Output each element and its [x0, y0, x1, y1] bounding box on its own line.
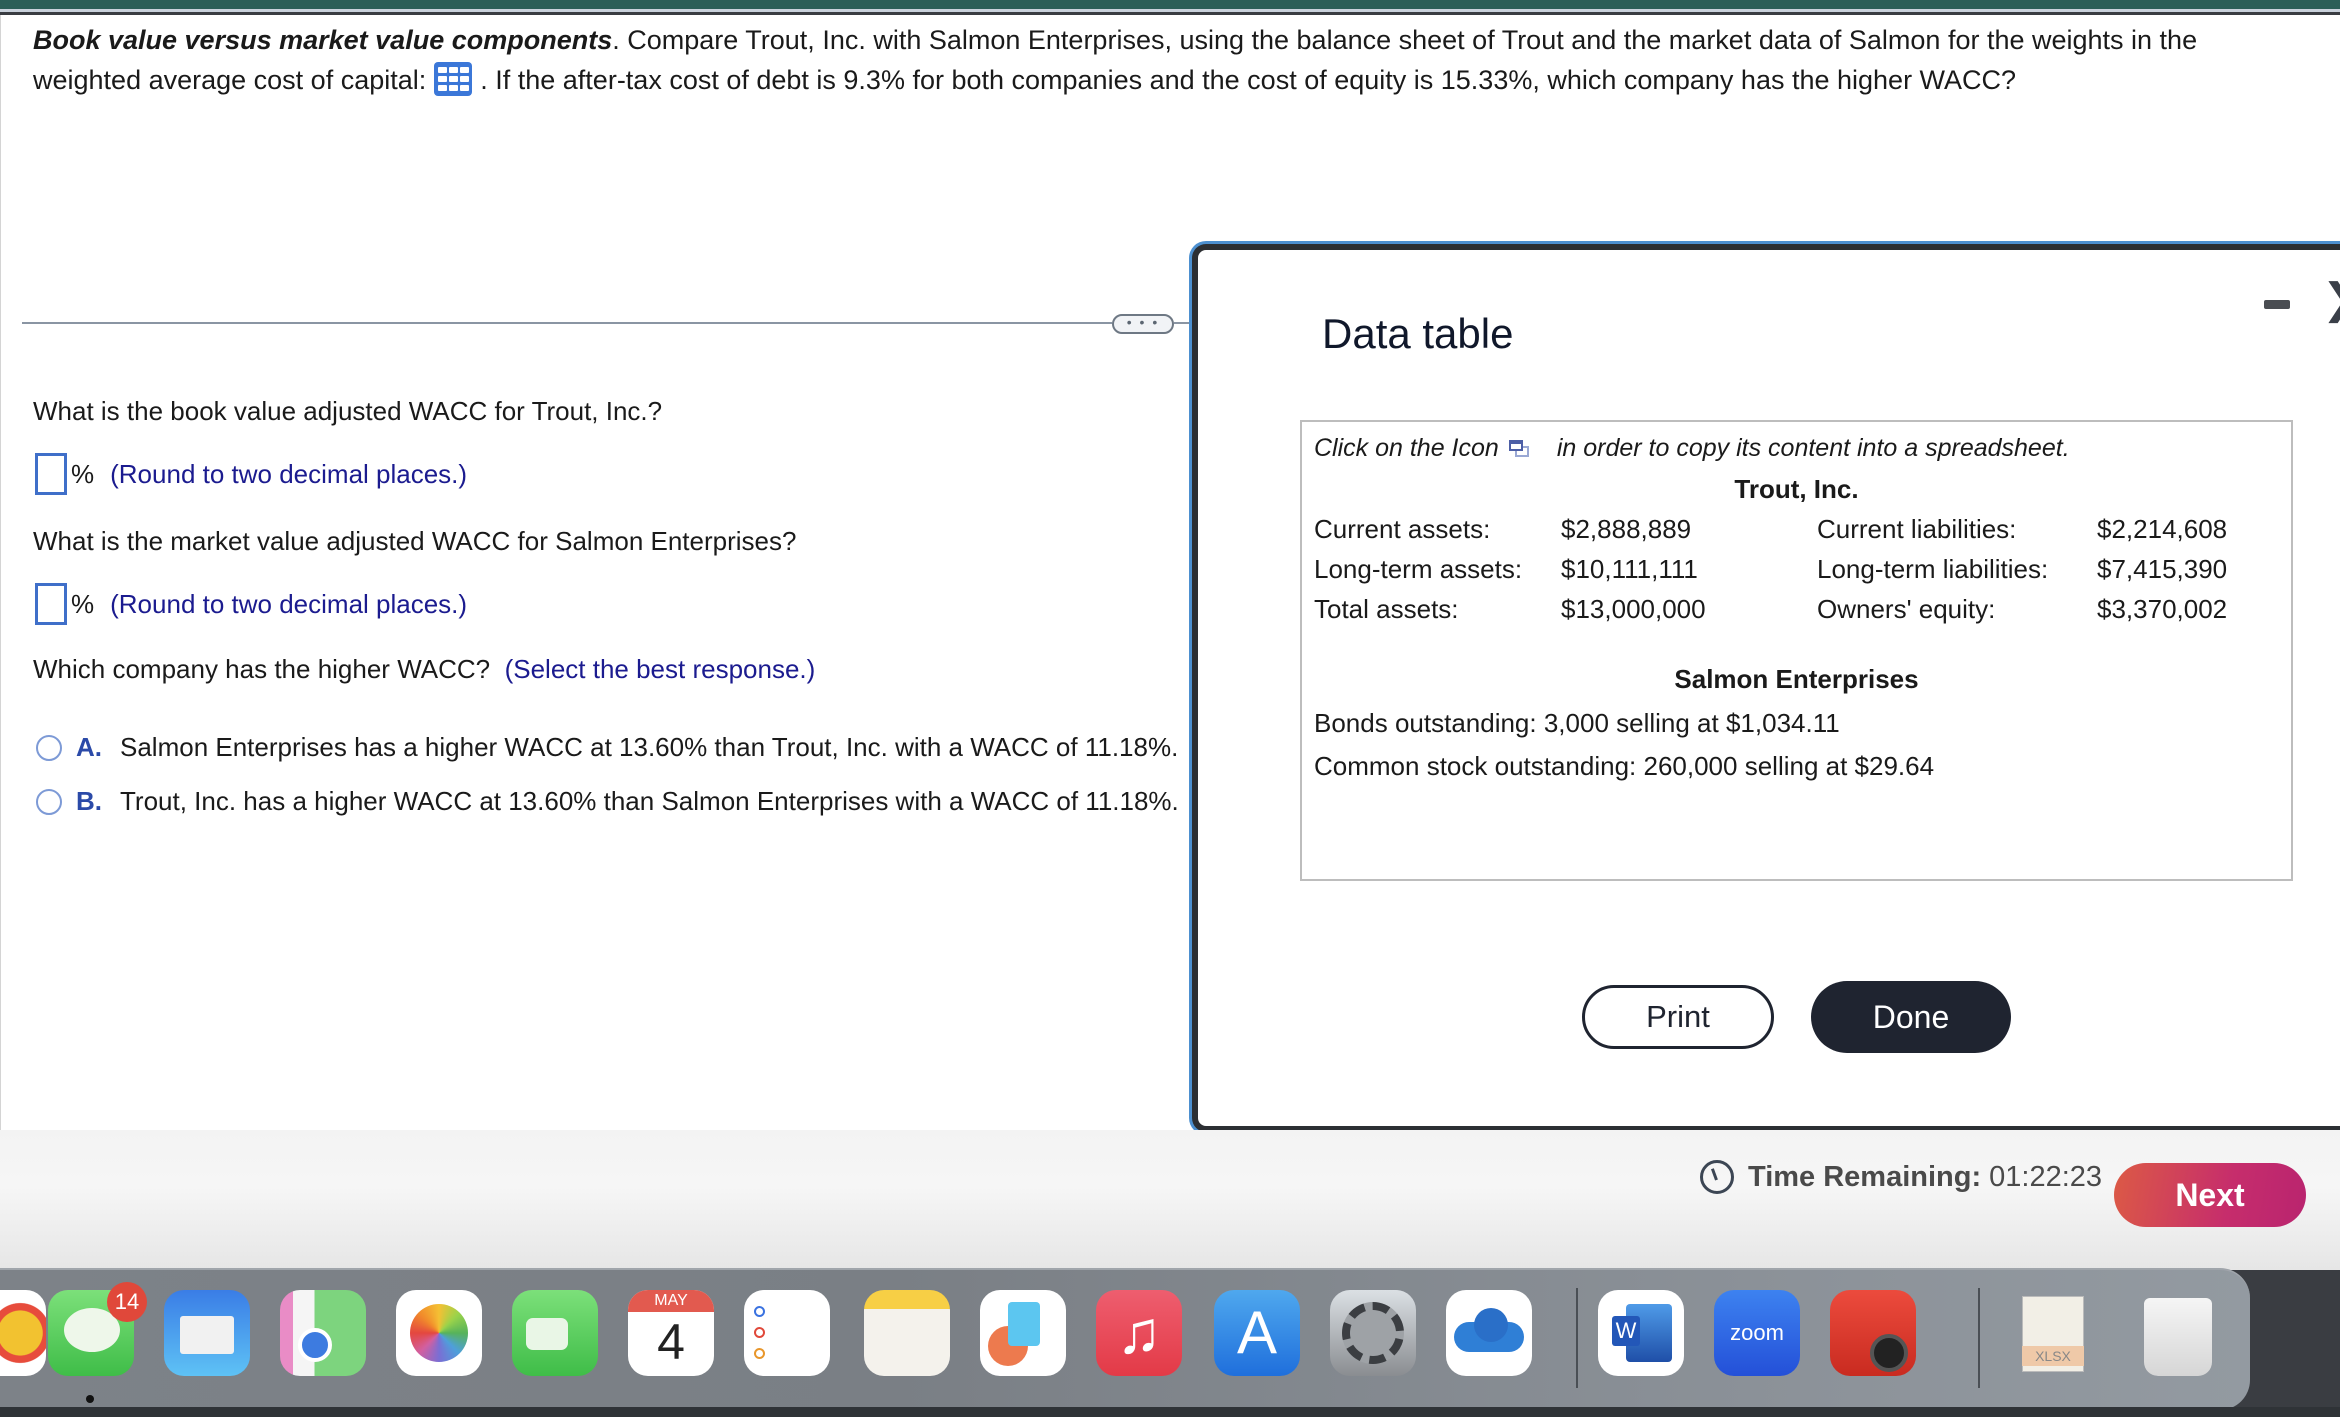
bonds-outstanding: Bonds outstanding: 3,000 selling at $1,0… — [1314, 708, 1840, 738]
dock-separator — [1978, 1288, 1980, 1388]
word-letter: W — [1612, 1316, 1640, 1346]
row-label: Long-term assets: — [1314, 554, 1523, 584]
table-grid-icon[interactable] — [434, 61, 473, 96]
notes-app-icon[interactable] — [864, 1290, 950, 1376]
calendar-month: MAY — [628, 1290, 714, 1312]
copy-to-spreadsheet-icon[interactable] — [1508, 439, 1531, 458]
onedrive-app-icon[interactable] — [1446, 1290, 1532, 1376]
copy-note-suffix: in order to copy its content into a spre… — [1556, 434, 2070, 462]
maps-app-icon[interactable] — [280, 1290, 366, 1376]
calendar-app-icon[interactable]: MAY 4 — [628, 1290, 714, 1376]
photo-booth-app-icon[interactable] — [1830, 1290, 1916, 1376]
time-remaining: Time Remaining: 01:22:23 — [1700, 1160, 2102, 1194]
print-button[interactable]: Print — [1582, 985, 1774, 1049]
part-2-question: What is the market value adjusted WACC f… — [33, 526, 797, 556]
trout-title: Trout, Inc. — [1734, 474, 1859, 504]
part-3-question: Which company has the higher WACC? (Sele… — [33, 654, 815, 685]
option-b-radio[interactable] — [36, 788, 62, 815]
row-label: Owners' equity: — [1817, 594, 1996, 624]
row-value: $13,000,000 — [1561, 594, 1706, 624]
xlsx-label: XLSX — [2022, 1346, 2084, 1366]
xlsx-document-icon[interactable]: XLSX — [2014, 1290, 2100, 1376]
rounding-hint: (Round to two decimal places.) — [110, 458, 468, 489]
row-value: $3,370,002 — [2097, 594, 2228, 624]
freeform-app-icon[interactable] — [980, 1290, 1066, 1376]
part-2-answer-row: % (Round to two decimal places.) — [35, 583, 467, 625]
row-label: Current liabilities: — [1817, 514, 2017, 544]
part-1-question: What is the book value adjusted WACC for… — [33, 396, 663, 426]
clock-icon — [1700, 1160, 1734, 1194]
photos-app-icon[interactable] — [396, 1290, 482, 1376]
mail-app-icon[interactable] — [164, 1290, 250, 1376]
footer-bar — [0, 1130, 2340, 1270]
book-wacc-input[interactable] — [35, 453, 67, 495]
row-label: Current assets: — [1314, 514, 1491, 544]
word-app-icon[interactable]: W — [1598, 1290, 1684, 1376]
facetime-app-icon[interactable] — [512, 1290, 598, 1376]
close-icon[interactable]: ❯ — [2322, 278, 2340, 320]
option-b[interactable]: B. Trout, Inc. has a higher WACC at 13.6… — [36, 786, 1179, 817]
row-value: $10,111,111 — [1561, 554, 1698, 584]
desktop-strip — [0, 1407, 2340, 1417]
top-header-bar — [0, 0, 2340, 12]
row-label: Total assets: — [1314, 594, 1459, 624]
option-a[interactable]: A. Salmon Enterprises has a higher WACC … — [36, 732, 1178, 763]
copy-note: Click on the Icon in order to copy its c… — [1314, 434, 2070, 463]
running-indicator — [86, 1395, 94, 1403]
app-store-icon[interactable]: A — [1214, 1290, 1300, 1376]
rounding-hint: (Round to two decimal places.) — [110, 588, 468, 619]
stock-outstanding: Common stock outstanding: 260,000 sellin… — [1314, 751, 1935, 781]
dock-separator — [1576, 1288, 1578, 1388]
chrome-app-icon[interactable] — [0, 1290, 46, 1376]
messages-badge: 14 — [107, 1282, 147, 1322]
question-title: Book value versus market value component… — [33, 25, 613, 55]
question-text-2: . If the after-tax cost of debt is 9.3% … — [480, 65, 2017, 95]
option-a-letter: A. — [76, 732, 102, 762]
done-button[interactable]: Done — [1811, 981, 2011, 1053]
row-value: $2,888,889 — [1561, 514, 1692, 544]
section-divider-end — [1174, 322, 1194, 324]
option-b-text: Trout, Inc. has a higher WACC at 13.60% … — [120, 786, 1179, 816]
next-button[interactable]: Next — [2114, 1163, 2306, 1227]
calendar-day: 4 — [657, 1314, 685, 1370]
question-prompt: Book value versus market value component… — [33, 20, 2273, 100]
trash-icon[interactable] — [2138, 1290, 2224, 1376]
divider-expand-handle[interactable]: • • • — [1112, 314, 1174, 334]
part-3-question-text: Which company has the higher WACC? — [33, 654, 491, 684]
option-b-letter: B. — [76, 786, 102, 816]
row-value: $2,214,608 — [2097, 514, 2228, 544]
minimize-icon[interactable] — [2264, 300, 2290, 309]
select-hint: (Select the best response.) — [504, 654, 816, 684]
salmon-title: Salmon Enterprises — [1674, 664, 1919, 694]
timer-label: Time Remaining: — [1748, 1160, 1982, 1193]
section-divider — [22, 322, 1112, 324]
row-value: $7,415,390 — [2097, 554, 2228, 584]
option-a-text: Salmon Enterprises has a higher WACC at … — [120, 732, 1179, 762]
reminders-app-icon[interactable] — [744, 1290, 830, 1376]
option-a-radio[interactable] — [36, 734, 62, 761]
system-settings-icon[interactable] — [1330, 1290, 1416, 1376]
market-wacc-input[interactable] — [35, 583, 67, 625]
data-table-content: Click on the Icon in order to copy its c… — [1300, 420, 2293, 881]
row-label: Long-term liabilities: — [1817, 554, 2049, 584]
music-app-icon[interactable]: ♫ — [1096, 1290, 1182, 1376]
modal-title: Data table — [1322, 310, 1514, 357]
percent-unit: % — [71, 588, 95, 619]
timer-value: 01:22:23 — [1989, 1160, 2103, 1193]
zoom-app-icon[interactable]: zoom — [1714, 1290, 1800, 1376]
part-1-answer-row: % (Round to two decimal places.) — [35, 453, 467, 495]
percent-unit: % — [71, 458, 95, 489]
copy-note-prefix: Click on the Icon — [1314, 434, 1499, 462]
